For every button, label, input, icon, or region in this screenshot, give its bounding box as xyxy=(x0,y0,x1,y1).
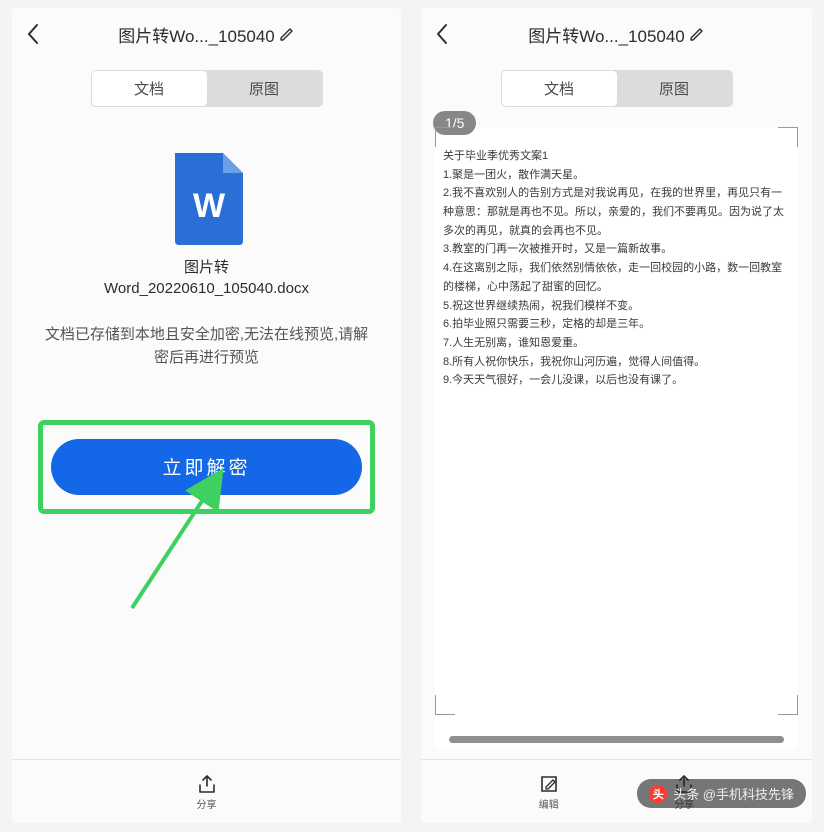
svg-text:W: W xyxy=(192,187,225,225)
crop-corner xyxy=(435,695,455,715)
doc-line: 9.今天天气很好，一会儿没课，以后也没有课了。 xyxy=(443,371,790,390)
doc-line: 3.教室的门再一次被推开时，又是一篇新故事。 xyxy=(443,240,790,259)
word-file-icon: W xyxy=(167,153,247,245)
doc-line: 关于毕业季优秀文案1 xyxy=(443,147,790,166)
scrollbar[interactable] xyxy=(449,736,784,743)
segment-control: 文档 原图 xyxy=(501,70,733,107)
share-button[interactable]: 分享 xyxy=(196,773,218,811)
header: 图片转Wo..._105040 xyxy=(421,8,812,60)
doc-line: 4.在这离别之际，我们依然别情依依，走一回校园的小路，数一回教室的楼梯，心中荡起… xyxy=(443,259,790,296)
back-button[interactable] xyxy=(26,23,44,45)
page-title: 图片转Wo..._105040 xyxy=(528,22,685,47)
filename: 图片转 Word_20220610_105040.docx xyxy=(36,257,377,299)
watermark-icon: 头 xyxy=(649,785,667,803)
right-screen: 图片转Wo..._105040 文档 原图 1/5 关于毕业季优秀文案11.聚是… xyxy=(421,8,812,823)
watermark: 头 头条 @手机科技先锋 xyxy=(637,779,806,808)
document-preview[interactable]: 1/5 关于毕业季优秀文案11.聚是一团火，散作满天星。2.我不喜欢别人的告别方… xyxy=(435,127,798,749)
doc-line: 1.聚是一团火，散作满天星。 xyxy=(443,166,790,185)
doc-line: 6.拍毕业照只需要三秒，定格的却是三年。 xyxy=(443,315,790,334)
doc-line: 7.人生无别离，谁知恩爱重。 xyxy=(443,334,790,353)
decrypt-button[interactable]: 立即解密 xyxy=(51,439,362,495)
crop-corner xyxy=(778,127,798,147)
edit-button[interactable]: 编辑 xyxy=(538,773,560,811)
bottom-bar: 分享 xyxy=(12,759,401,823)
tab-original[interactable]: 原图 xyxy=(617,71,732,106)
edit-title-icon[interactable] xyxy=(279,26,295,42)
doc-line: 5.祝这世界继续热闹，祝我们模样不变。 xyxy=(443,297,790,316)
crop-corner xyxy=(435,127,455,147)
highlight-annotation: 立即解密 xyxy=(38,420,375,514)
segment-control: 文档 原图 xyxy=(91,70,323,107)
edit-title-icon[interactable] xyxy=(689,26,705,42)
tab-document[interactable]: 文档 xyxy=(92,71,207,106)
back-button[interactable] xyxy=(435,23,453,45)
info-message: 文档已存储到本地且安全加密,无法在线预览,请解 密后再进行预览 xyxy=(36,323,377,370)
doc-line: 8.所有人祝你快乐，我祝你山河历遍，觉得人间值得。 xyxy=(443,353,790,372)
tab-original[interactable]: 原图 xyxy=(207,71,322,106)
left-screen: 图片转Wo..._105040 文档 原图 W 图片转 Word_20220 xyxy=(12,8,401,823)
doc-line: 2.我不喜欢别人的告别方式是对我说再见，在我的世界里，再见只有一种意思：那就是再… xyxy=(443,184,790,240)
tab-document[interactable]: 文档 xyxy=(502,71,617,106)
main-content: W 图片转 Word_20220610_105040.docx 文档已存储到本地… xyxy=(12,111,401,759)
crop-corner xyxy=(778,695,798,715)
document-text: 关于毕业季优秀文案11.聚是一团火，散作满天星。2.我不喜欢别人的告别方式是对我… xyxy=(435,127,798,398)
page-title: 图片转Wo..._105040 xyxy=(118,22,275,47)
header: 图片转Wo..._105040 xyxy=(12,8,401,60)
